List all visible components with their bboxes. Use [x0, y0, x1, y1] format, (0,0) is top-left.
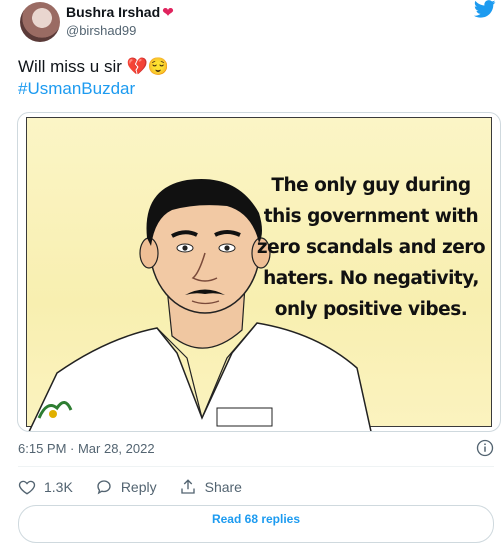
share-button[interactable]: Share	[179, 478, 242, 496]
name-heart-emoji: ❤	[162, 4, 174, 20]
share-icon	[180, 479, 195, 494]
share-label: Share	[204, 479, 242, 495]
tweet-actions: 1.3K Reply Share	[18, 478, 264, 496]
author-name-row[interactable]: Bushra Irshad ❤	[66, 4, 174, 20]
hashtag-link[interactable]: #UsmanBuzdar	[18, 79, 135, 99]
reply-label: Reply	[120, 479, 157, 495]
tweet-text: Will miss u sir 💔😌	[18, 55, 169, 79]
image-quote: The only guy during this government with…	[256, 175, 486, 320]
reply-button[interactable]: Reply	[95, 478, 157, 496]
author-name[interactable]: Bushra Irshad	[66, 4, 160, 20]
twitter-bird-icon[interactable]	[474, 0, 496, 18]
heart-icon	[18, 480, 36, 495]
read-replies-button[interactable]: Read 68 replies	[18, 505, 494, 543]
like-count: 1.3K	[44, 479, 73, 495]
divider	[18, 466, 494, 467]
tweet-media[interactable]: The only guy during this government with…	[17, 112, 501, 432]
info-icon[interactable]	[476, 439, 494, 457]
like-button[interactable]: 1.3K	[18, 478, 73, 496]
tweet-text-body: Will miss u sir	[18, 57, 122, 76]
cartoon-image: The only guy during this government with…	[26, 117, 492, 431]
avatar[interactable]	[20, 2, 60, 42]
reply-icon	[97, 480, 111, 495]
tweet-text-emojis: 💔😌	[126, 57, 169, 76]
author-handle[interactable]: @birshad99	[66, 23, 136, 38]
tweet-timestamp[interactable]: 6:15 PM · Mar 28, 2022	[18, 441, 155, 456]
